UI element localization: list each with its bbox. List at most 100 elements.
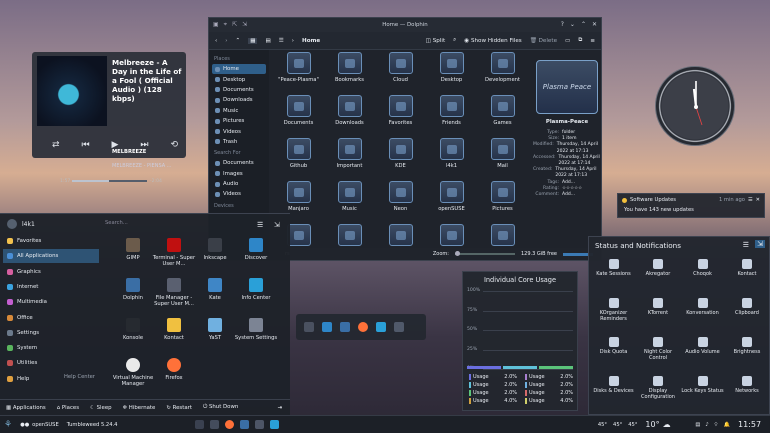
- file-item[interactable]: Bookmarks: [324, 52, 375, 91]
- search-for-item[interactable]: Documents: [212, 158, 266, 168]
- file-item[interactable]: Friends: [426, 95, 477, 134]
- system-settings-icon[interactable]: [304, 322, 314, 332]
- category-utilities[interactable]: Utilities: [3, 356, 99, 370]
- seek-slider[interactable]: [72, 180, 147, 182]
- tray-akregator[interactable]: Akregator: [636, 259, 681, 278]
- tray-clipboard[interactable]: Clipboard: [725, 298, 770, 317]
- file-item[interactable]: Pictures: [477, 181, 528, 220]
- category-settings[interactable]: Settings: [3, 326, 99, 340]
- show-hidden-files-button[interactable]: ◉ Show Hidden Files: [464, 38, 521, 44]
- weather-readout[interactable]: 10° ☁: [641, 420, 691, 429]
- file-item[interactable]: Documents: [273, 95, 324, 134]
- terminal-icon[interactable]: ▭: [565, 38, 570, 44]
- breadcrumb[interactable]: Home: [302, 38, 320, 44]
- category-all-applications[interactable]: All Applications: [3, 249, 99, 264]
- place-item[interactable]: Pictures: [212, 116, 266, 126]
- place-item[interactable]: Trash: [212, 137, 266, 147]
- app-firefox[interactable]: Firefox: [149, 358, 199, 381]
- file-item[interactable]: Mail: [477, 138, 528, 177]
- category-multimedia[interactable]: Multimedia: [3, 295, 99, 309]
- tray-lock-keys-status[interactable]: Lock Keys Status: [680, 376, 725, 395]
- tray-disks-devices[interactable]: Disks & Devices: [591, 376, 636, 395]
- file-item[interactable]: Neon: [375, 181, 426, 220]
- configure-icon[interactable]: ☰: [257, 221, 263, 229]
- app-menu-icon[interactable]: ▣: [213, 21, 219, 29]
- settings-icon[interactable]: [210, 420, 220, 429]
- zoom-slider[interactable]: [454, 251, 515, 256]
- dolphin-icon[interactable]: [340, 322, 350, 332]
- taskbar-launcher-icon[interactable]: [191, 420, 283, 429]
- tray-networks[interactable]: Networks: [725, 376, 770, 395]
- tray-display-configuration[interactable]: Display Configuration: [636, 376, 681, 401]
- configure-icon[interactable]: ☰: [743, 241, 749, 249]
- maximize-icon[interactable]: ⌃: [581, 21, 586, 28]
- clock-label[interactable]: 11:57: [734, 420, 770, 429]
- file-item[interactable]: Important: [324, 138, 375, 177]
- file-item[interactable]: Music: [324, 181, 375, 220]
- pin-panel-icon[interactable]: ⇲: [755, 240, 765, 248]
- dolphin-taskbar-icon[interactable]: [240, 420, 250, 429]
- minimize-icon[interactable]: ⌄: [570, 21, 575, 28]
- close-icon[interactable]: ✕: [592, 21, 597, 28]
- launcher-search-input[interactable]: Search...: [103, 218, 253, 229]
- file-item[interactable]: openSUSE: [426, 181, 477, 220]
- pin-icon[interactable]: ⌖: [224, 21, 227, 29]
- category-graphics[interactable]: Graphics: [3, 265, 99, 279]
- tray-kate-sessions[interactable]: Kate Sessions: [591, 259, 636, 278]
- up-icon[interactable]: ⌃: [236, 38, 241, 44]
- footer-restart[interactable]: ↻ Restart: [166, 405, 192, 411]
- window-titlebar[interactable]: ▣ ⌖ ⇱ ⇲ Home — Dolphin ? ⌄ ⌃ ✕: [209, 18, 601, 32]
- place-item[interactable]: Documents: [212, 85, 266, 95]
- pen-icon[interactable]: [195, 420, 205, 429]
- compact-view-icon[interactable]: ▤: [265, 38, 270, 44]
- forward-icon[interactable]: ›: [225, 38, 227, 44]
- help-icon[interactable]: ?: [561, 21, 564, 28]
- footer-places[interactable]: ⌂ Places: [57, 405, 79, 411]
- info-center-icon[interactable]: [376, 322, 386, 332]
- panel-icon[interactable]: ⧉: [578, 37, 582, 44]
- file-item[interactable]: l4k1: [426, 138, 477, 177]
- next-icon[interactable]: ⏭: [140, 140, 148, 150]
- tray-disk-quota[interactable]: Disk Quota: [591, 337, 636, 356]
- tray-kontact[interactable]: Kontact: [725, 259, 770, 278]
- file-item[interactable]: "Peace-Plasma": [273, 52, 324, 91]
- app-system-settings[interactable]: System Settings: [231, 318, 281, 341]
- notifications-icon[interactable]: 🔔: [724, 422, 730, 428]
- close-notification-icon[interactable]: ✕: [756, 197, 760, 203]
- place-item[interactable]: Videos: [212, 126, 266, 136]
- search-for-item[interactable]: Images: [212, 169, 266, 179]
- place-item[interactable]: Home: [212, 64, 266, 75]
- tray-ktorrent[interactable]: KTorrent: [636, 298, 681, 317]
- search-for-item[interactable]: Audio: [212, 179, 266, 189]
- details-view-icon[interactable]: ☰: [279, 38, 284, 44]
- footer-hibernate[interactable]: ❄ Hibernate: [123, 405, 156, 411]
- tray-brightness[interactable]: Brightness: [725, 337, 770, 356]
- repeat-icon[interactable]: ⟲: [170, 140, 178, 150]
- info-taskbar-icon[interactable]: [270, 420, 280, 429]
- search-for-item[interactable]: Videos: [212, 189, 266, 199]
- shuffle-icon[interactable]: ⇄: [52, 140, 60, 150]
- place-item[interactable]: Downloads: [212, 95, 266, 105]
- place-item[interactable]: Desktop: [212, 74, 266, 84]
- category-favorites[interactable]: Favorites: [3, 234, 99, 248]
- help-center-label[interactable]: Help Center: [64, 374, 95, 380]
- configure-notification-icon[interactable]: ☰: [748, 197, 753, 203]
- file-item[interactable]: Development: [477, 52, 528, 91]
- leave-icon[interactable]: ⇥: [277, 405, 282, 411]
- delete-button[interactable]: 🗑 Delete: [530, 38, 557, 44]
- pin-launcher-icon[interactable]: ⇲: [274, 221, 280, 229]
- place-item[interactable]: Music: [212, 106, 266, 116]
- firefox-icon[interactable]: [358, 322, 368, 332]
- play-icon[interactable]: ▶: [112, 140, 119, 150]
- tray-choqok[interactable]: Choqok: [680, 259, 725, 278]
- tray-korganizer-reminders[interactable]: KOrganizer Reminders: [591, 298, 636, 323]
- back-icon[interactable]: ‹: [215, 38, 217, 44]
- volume-icon[interactable]: ♪: [705, 422, 708, 428]
- category-office[interactable]: Office: [3, 311, 99, 325]
- split-button[interactable]: ◫ Split: [426, 38, 445, 44]
- footer-sleep[interactable]: ☾ Sleep: [90, 405, 112, 411]
- zoom-handle[interactable]: [454, 251, 460, 256]
- file-item[interactable]: KDE: [375, 138, 426, 177]
- category-internet[interactable]: Internet: [3, 280, 99, 294]
- file-item[interactable]: Github: [273, 138, 324, 177]
